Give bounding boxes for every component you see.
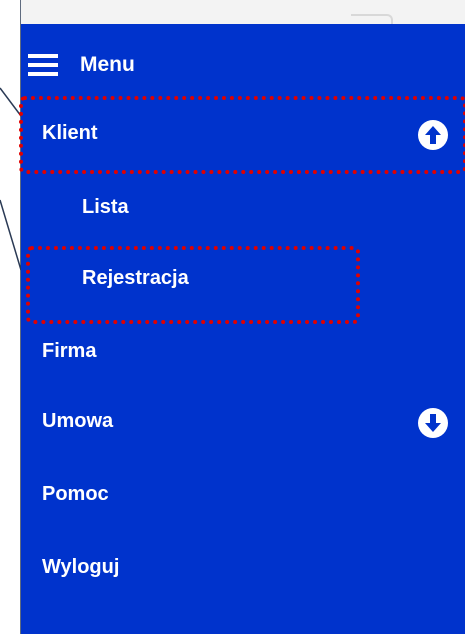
menu-item-label: Wyloguj	[42, 556, 120, 578]
menu-item-label: Klient	[42, 122, 98, 144]
menu-item-umowa[interactable]: Umowa	[42, 410, 113, 433]
arrow-up-icon[interactable]	[418, 120, 448, 150]
menu-subitem-lista[interactable]: Lista	[82, 196, 129, 219]
menu-title: Menu	[80, 53, 135, 76]
menu-item-pomoc[interactable]: Pomoc	[42, 483, 109, 506]
arrow-down-icon[interactable]	[418, 408, 448, 438]
menu-item-label: Umowa	[42, 410, 114, 432]
menu-item-firma[interactable]: Firma	[42, 340, 96, 363]
browser-top-bar	[21, 0, 465, 25]
menu-item-label: Pomoc	[42, 483, 109, 505]
menu-subitem-rejestracja[interactable]: Rejestracja	[82, 267, 189, 290]
menu-item-wyloguj[interactable]: Wyloguj	[42, 556, 119, 579]
menu-item-klient[interactable]: Klient	[42, 122, 98, 145]
side-menu: Menu Klient Lista Rejestracja Firma Umow…	[21, 24, 465, 634]
menu-item-label: Rejestracja	[82, 267, 189, 289]
menu-item-label: Lista	[82, 196, 129, 218]
tab-edge	[351, 14, 393, 24]
hamburger-icon	[28, 54, 58, 76]
screenshot-stage: Menu Klient Lista Rejestracja Firma Umow…	[0, 0, 465, 634]
menu-item-label: Firma	[42, 340, 97, 362]
menu-toggle[interactable]: Menu	[28, 50, 135, 80]
